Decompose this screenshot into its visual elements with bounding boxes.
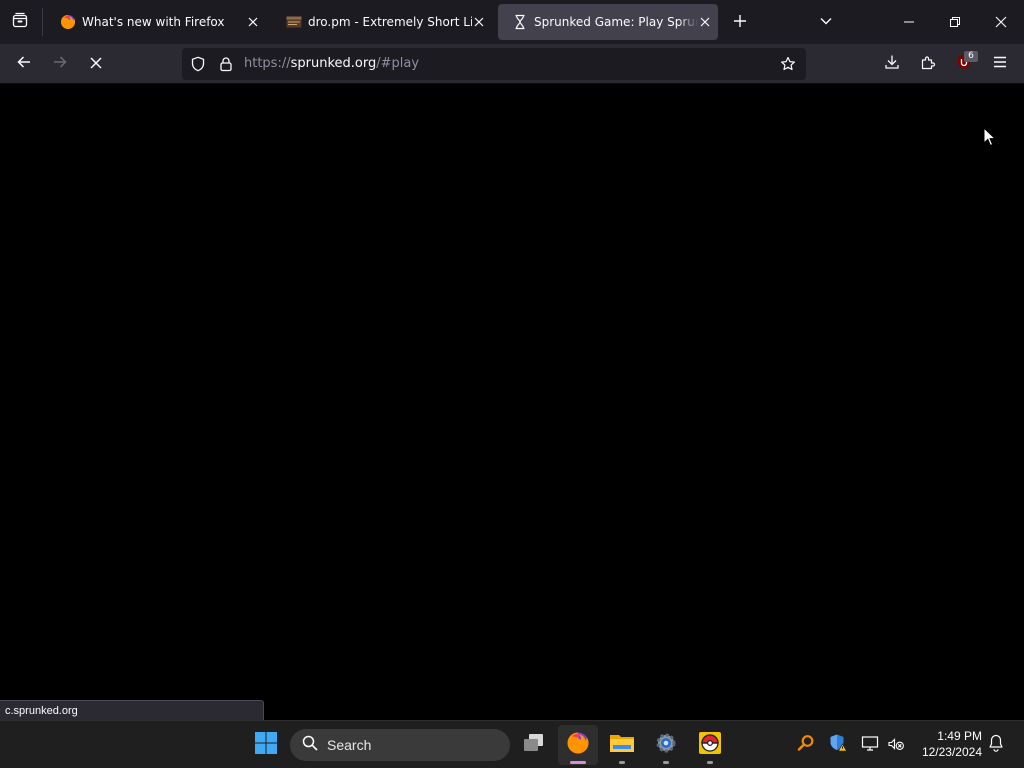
running-indicator	[663, 761, 669, 764]
back-button[interactable]	[8, 48, 40, 80]
tab-separator	[42, 8, 43, 36]
notifications-button[interactable]	[984, 733, 1008, 757]
hamburger-menu-icon	[992, 54, 1008, 74]
hourglass-loading-icon	[512, 14, 528, 30]
running-indicator	[619, 761, 625, 764]
tray-display[interactable]	[858, 733, 882, 757]
tab-title: Sprunked Game: Play Sprunki In	[534, 15, 698, 29]
file-explorer-icon	[609, 732, 635, 758]
url-path: /#play	[376, 56, 420, 71]
new-tab-button[interactable]	[724, 6, 756, 38]
close-tab-icon[interactable]	[244, 13, 262, 31]
ublock-badge-count: 6	[964, 51, 978, 62]
tray-windows-security[interactable]	[826, 733, 850, 757]
url-bar[interactable]: https://sprunked.org/#play	[182, 48, 806, 80]
windows-start-icon	[254, 731, 278, 759]
firefox-icon	[566, 731, 590, 759]
taskbar-firefox[interactable]	[558, 725, 598, 765]
start-button[interactable]	[246, 725, 286, 765]
mouse-cursor-icon	[983, 126, 997, 147]
taskbar-file-explorer[interactable]	[602, 725, 642, 765]
tab-strip: What's new with Firefox dro.pm - Extreme…	[0, 0, 1024, 44]
minimize-icon	[903, 13, 915, 32]
url-scheme: https://	[244, 56, 291, 71]
lock-icon[interactable]	[218, 56, 234, 72]
arrow-right-icon	[52, 54, 68, 74]
search-label: Search	[327, 737, 372, 753]
stop-x-icon	[89, 55, 103, 74]
magnifier-orange-icon	[797, 734, 815, 756]
task-view-button[interactable]	[514, 725, 554, 765]
ublock-origin-button[interactable]: 6	[948, 48, 980, 80]
close-tab-icon[interactable]	[470, 13, 488, 31]
tab-title: What's new with Firefox	[82, 15, 225, 29]
tab-sprunked-game[interactable]: Sprunked Game: Play Sprunki In	[498, 4, 718, 40]
chevron-down-icon	[819, 13, 833, 32]
tray-search-app[interactable]	[794, 733, 818, 757]
tab-title: dro.pm - Extremely Short Links	[308, 15, 472, 29]
windows-taskbar: Search 1:49 PM 12/23/2024	[0, 720, 1024, 768]
close-tab-icon[interactable]	[696, 13, 714, 31]
arrow-left-icon	[16, 54, 32, 74]
close-icon	[995, 13, 1007, 32]
app-menu-button[interactable]	[984, 48, 1016, 80]
taskbar-settings[interactable]	[646, 725, 686, 765]
extensions-button[interactable]	[912, 48, 944, 80]
url-host: sprunked.org	[290, 56, 377, 71]
tracking-protection-shield-icon[interactable]	[190, 56, 206, 72]
firefox-icon	[60, 14, 76, 30]
search-icon	[302, 735, 318, 755]
taskbar-search-box[interactable]: Search	[290, 729, 510, 761]
settings-gear-icon	[654, 731, 678, 759]
monitor-icon	[861, 734, 879, 756]
navigation-toolbar: https://sprunked.org/#play 6	[0, 44, 1024, 84]
restore-icon	[949, 13, 961, 32]
clock-time: 1:49 PM	[937, 729, 982, 743]
downloads-button[interactable]	[876, 48, 908, 80]
status-link-tooltip: c.sprunked.org	[0, 700, 264, 720]
running-indicator	[570, 761, 586, 764]
clock-date: 12/23/2024	[921, 745, 982, 759]
list-all-tabs-button[interactable]	[810, 6, 842, 38]
url-text[interactable]: https://sprunked.org/#play	[244, 56, 419, 71]
puzzle-piece-icon	[920, 54, 936, 74]
bookmark-star-icon[interactable]	[780, 56, 796, 72]
running-indicator	[707, 761, 713, 764]
firefox-view-button[interactable]	[4, 6, 36, 38]
firefox-view-icon	[12, 12, 28, 32]
tab-whats-new[interactable]: What's new with Firefox	[46, 4, 266, 40]
security-shield-warning-icon	[828, 733, 848, 757]
bell-icon	[988, 734, 1004, 756]
dropm-icon	[286, 14, 302, 30]
close-window-button[interactable]	[978, 0, 1024, 44]
minimize-button[interactable]	[886, 0, 932, 44]
plus-icon	[733, 13, 747, 32]
tab-dro-pm[interactable]: dro.pm - Extremely Short Links	[272, 4, 492, 40]
restore-button[interactable]	[932, 0, 978, 44]
stop-loading-button[interactable]	[80, 48, 112, 80]
system-clock[interactable]: 1:49 PM 12/23/2024	[912, 728, 982, 760]
download-icon	[884, 54, 900, 74]
taskbar-pokeball-app[interactable]	[690, 725, 730, 765]
task-view-icon	[522, 732, 546, 758]
forward-button[interactable]	[44, 48, 76, 80]
page-content[interactable]	[0, 84, 1024, 720]
pokeball-icon	[698, 731, 722, 759]
network-disconnected-icon	[887, 734, 905, 756]
tray-network-volume[interactable]	[884, 733, 908, 757]
